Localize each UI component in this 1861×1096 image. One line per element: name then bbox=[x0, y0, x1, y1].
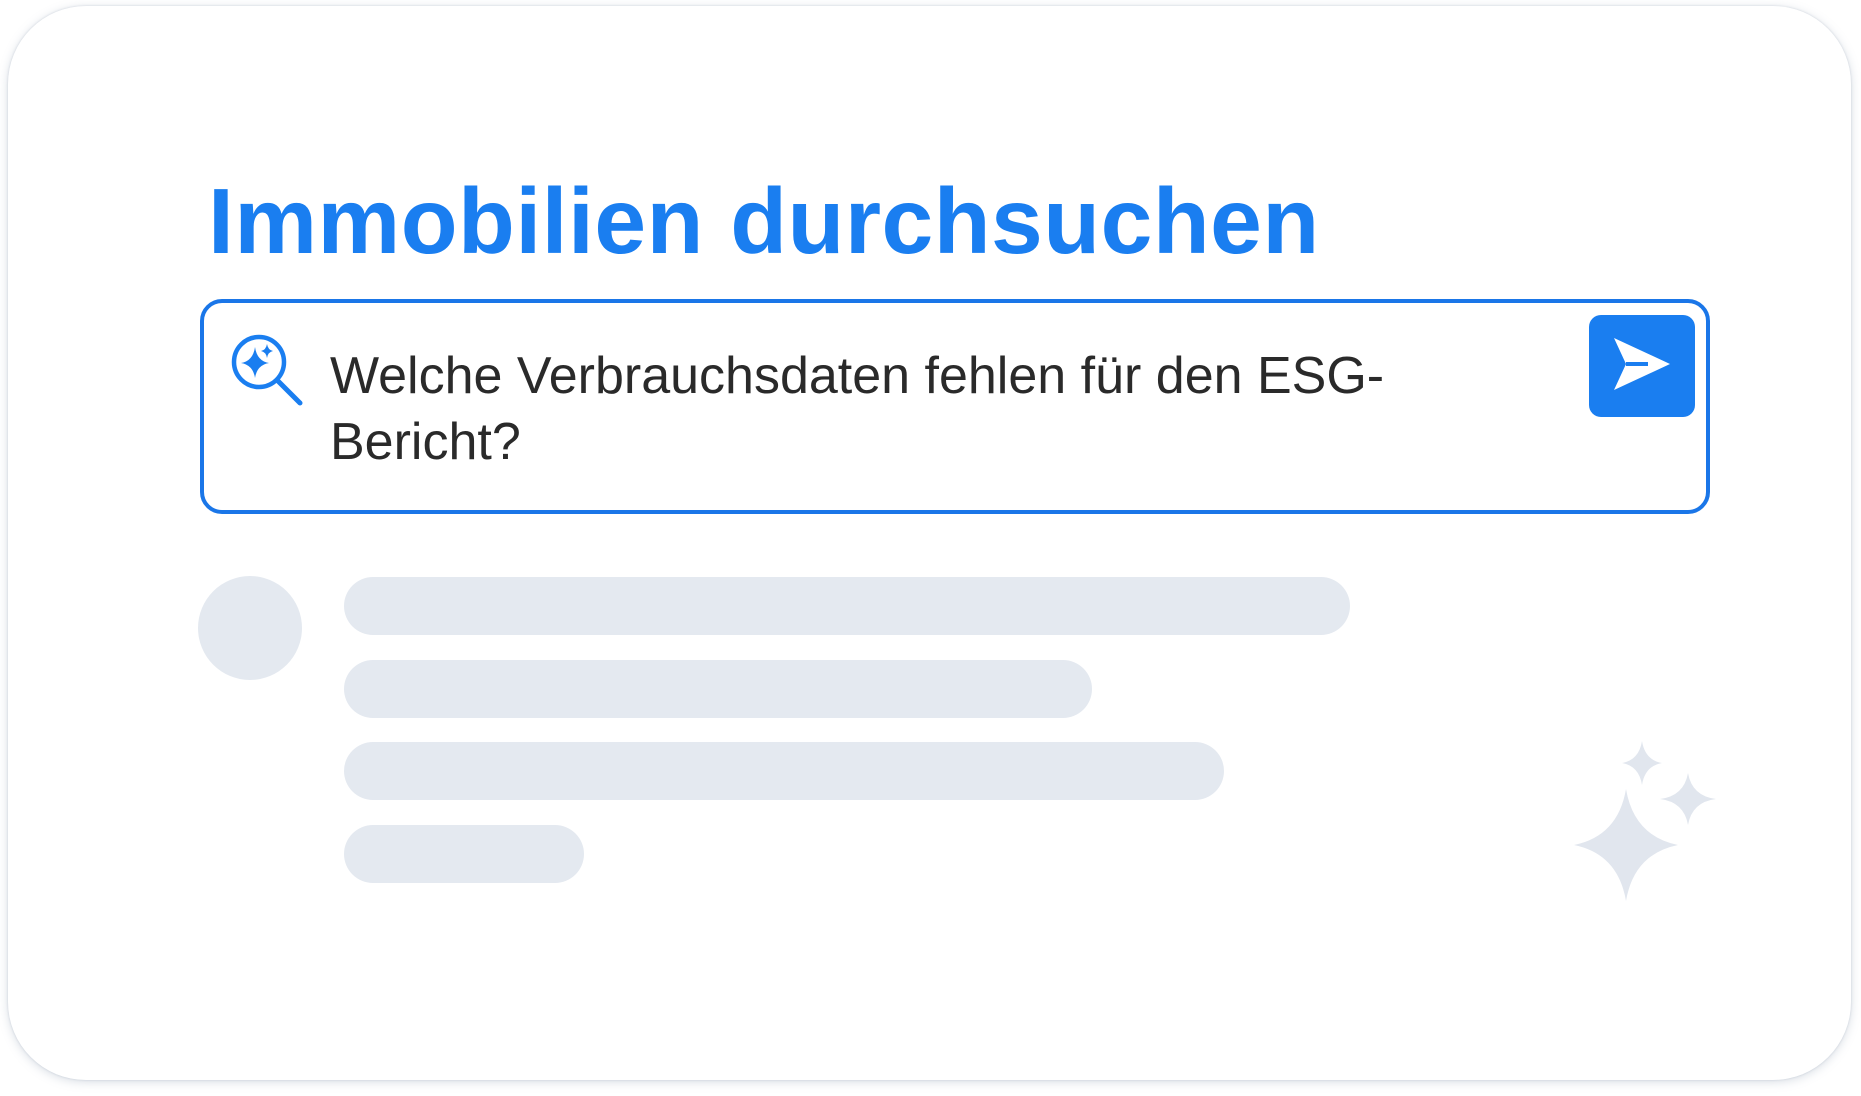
send-icon bbox=[1610, 334, 1674, 399]
skeleton-line bbox=[344, 660, 1092, 718]
skeleton-line bbox=[344, 577, 1350, 635]
page-title: Immobilien durchsuchen bbox=[208, 169, 1320, 273]
avatar-placeholder bbox=[198, 576, 302, 680]
search-box[interactable]: Welche Verbrauchsdaten fehlen für den ES… bbox=[200, 299, 1710, 514]
skeleton-line bbox=[344, 742, 1224, 800]
send-button[interactable] bbox=[1589, 315, 1695, 417]
ai-search-icon bbox=[229, 332, 309, 412]
skeleton-line bbox=[344, 825, 584, 883]
search-query[interactable]: Welche Verbrauchsdaten fehlen für den ES… bbox=[330, 343, 1450, 475]
search-card: Immobilien durchsuchen Welche Verbrauchs… bbox=[8, 6, 1851, 1080]
sparkles-icon bbox=[1556, 741, 1736, 921]
